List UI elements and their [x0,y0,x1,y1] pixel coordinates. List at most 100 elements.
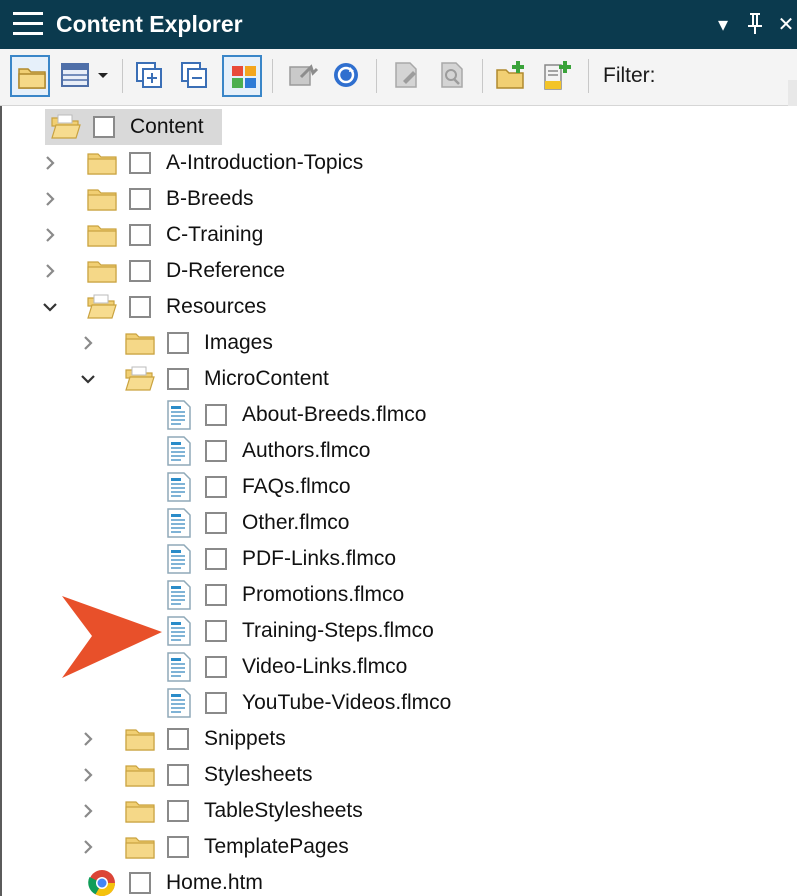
chevron-right-icon[interactable] [78,333,98,353]
title-bar: Content Explorer ▾ ✕ [0,0,797,49]
tree-item-label: Promotions.flmco [242,583,405,606]
open-folder-icon [125,366,155,391]
tree-item-label: Home.htm [166,871,263,894]
refresh-button[interactable] [326,55,366,97]
chevron-right-icon[interactable] [78,801,98,821]
item-checkbox[interactable] [205,440,227,462]
orange-arrow-icon [62,596,162,678]
folder-icon [87,225,117,247]
tree-folder-item[interactable]: Images [2,325,797,361]
tree-folder-item[interactable]: Content [2,109,797,145]
tree-file-item[interactable]: PDF-Links.flmco [2,541,797,577]
toolbar-overflow-handle[interactable] [788,80,797,106]
chevron-right-icon[interactable] [40,261,60,281]
item-checkbox[interactable] [205,404,227,426]
folder-icon [87,261,117,283]
microcontent-file-icon [167,472,191,502]
expand-all-button[interactable] [130,55,170,97]
open-folder-icon [18,68,46,89]
item-checkbox[interactable] [93,116,115,138]
tree-folder-item[interactable]: TableStylesheets [2,793,797,829]
microcontent-file-icon [167,436,191,466]
page-search-button[interactable] [432,55,472,97]
window-title: Content Explorer [56,11,243,37]
tree-item-label: Images [204,331,273,354]
tree-folder-item[interactable]: C-Training [2,217,797,253]
microcontent-file-icon [167,508,191,538]
tree-folder-item[interactable]: MicroContent [2,361,797,397]
folder-icon [125,801,155,823]
view-layout-icon [61,63,108,87]
publish-button[interactable] [282,55,322,97]
item-checkbox[interactable] [205,620,227,642]
tree-item-label: FAQs.flmco [242,475,351,498]
tree-item-label: PDF-Links.flmco [242,547,397,570]
item-checkbox[interactable] [129,260,151,282]
view-layout-button[interactable] [55,55,115,97]
pin-icon[interactable] [742,10,768,38]
item-checkbox[interactable] [129,188,151,210]
tree-item-label: MicroContent [204,367,329,390]
microcontent-file-icon [167,580,191,610]
chevron-right-icon[interactable] [40,225,60,245]
collapse-all-button[interactable] [175,55,215,97]
tree-folder-item[interactable]: Stylesheets [2,757,797,793]
item-checkbox[interactable] [129,152,151,174]
tree-file-item[interactable]: FAQs.flmco [2,469,797,505]
tree-item-label: Stylesheets [204,763,313,786]
item-checkbox[interactable] [167,728,189,750]
item-checkbox[interactable] [167,836,189,858]
item-checkbox[interactable] [129,872,151,894]
tree-item-label: TableStylesheets [204,799,363,822]
tree-item-label: C-Training [166,223,264,246]
tree-file-item[interactable]: Home.htm [2,865,797,896]
item-checkbox[interactable] [167,332,189,354]
tree-folder-item[interactable]: B-Breeds [2,181,797,217]
new-folder-button[interactable] [490,55,530,97]
folder-icon [125,765,155,787]
item-checkbox[interactable] [167,764,189,786]
publish-icon [289,64,319,86]
item-checkbox[interactable] [129,296,151,318]
tree-item-label: Content [130,115,204,138]
tree-file-item[interactable]: YouTube-Videos.flmco [2,685,797,721]
item-checkbox[interactable] [205,548,227,570]
tree-folder-item[interactable]: A-Introduction-Topics [2,145,797,181]
new-file-button[interactable] [536,55,576,97]
tree-folder-item[interactable]: Snippets [2,721,797,757]
tree-folder-item[interactable]: D-Reference [2,253,797,289]
window-dropdown-icon[interactable]: ▾ [711,10,735,38]
item-checkbox[interactable] [205,476,227,498]
item-checkbox[interactable] [205,584,227,606]
item-checkbox[interactable] [205,692,227,714]
chevron-right-icon[interactable] [78,765,98,785]
microcontent-file-icon [167,400,191,430]
chevron-right-icon[interactable] [78,837,98,857]
item-checkbox[interactable] [167,368,189,390]
new-file-icon [544,61,571,90]
tree-file-item[interactable]: Authors.flmco [2,433,797,469]
toolbar-separator [588,59,589,93]
item-checkbox[interactable] [205,512,227,534]
open-folder-button[interactable] [10,55,50,97]
chevron-right-icon[interactable] [78,729,98,749]
tree-file-item[interactable]: About-Breeds.flmco [2,397,797,433]
item-checkbox[interactable] [205,656,227,678]
chevron-right-icon[interactable] [40,153,60,173]
close-icon[interactable]: ✕ [775,10,797,38]
tree-item-label: Other.flmco [242,511,350,534]
color-grid-button[interactable] [222,55,262,97]
page-edit-button[interactable] [386,55,426,97]
chevron-down-icon[interactable] [78,369,98,389]
microcontent-file-icon [167,652,191,682]
chevron-down-icon[interactable] [40,297,60,317]
refresh-icon [334,63,358,87]
menu-icon[interactable] [13,12,43,36]
tree-item-label: Training-Steps.flmco [242,619,434,642]
item-checkbox[interactable] [167,800,189,822]
chevron-right-icon[interactable] [40,189,60,209]
item-checkbox[interactable] [129,224,151,246]
tree-folder-item[interactable]: Resources [2,289,797,325]
tree-file-item[interactable]: Other.flmco [2,505,797,541]
tree-folder-item[interactable]: TemplatePages [2,829,797,865]
